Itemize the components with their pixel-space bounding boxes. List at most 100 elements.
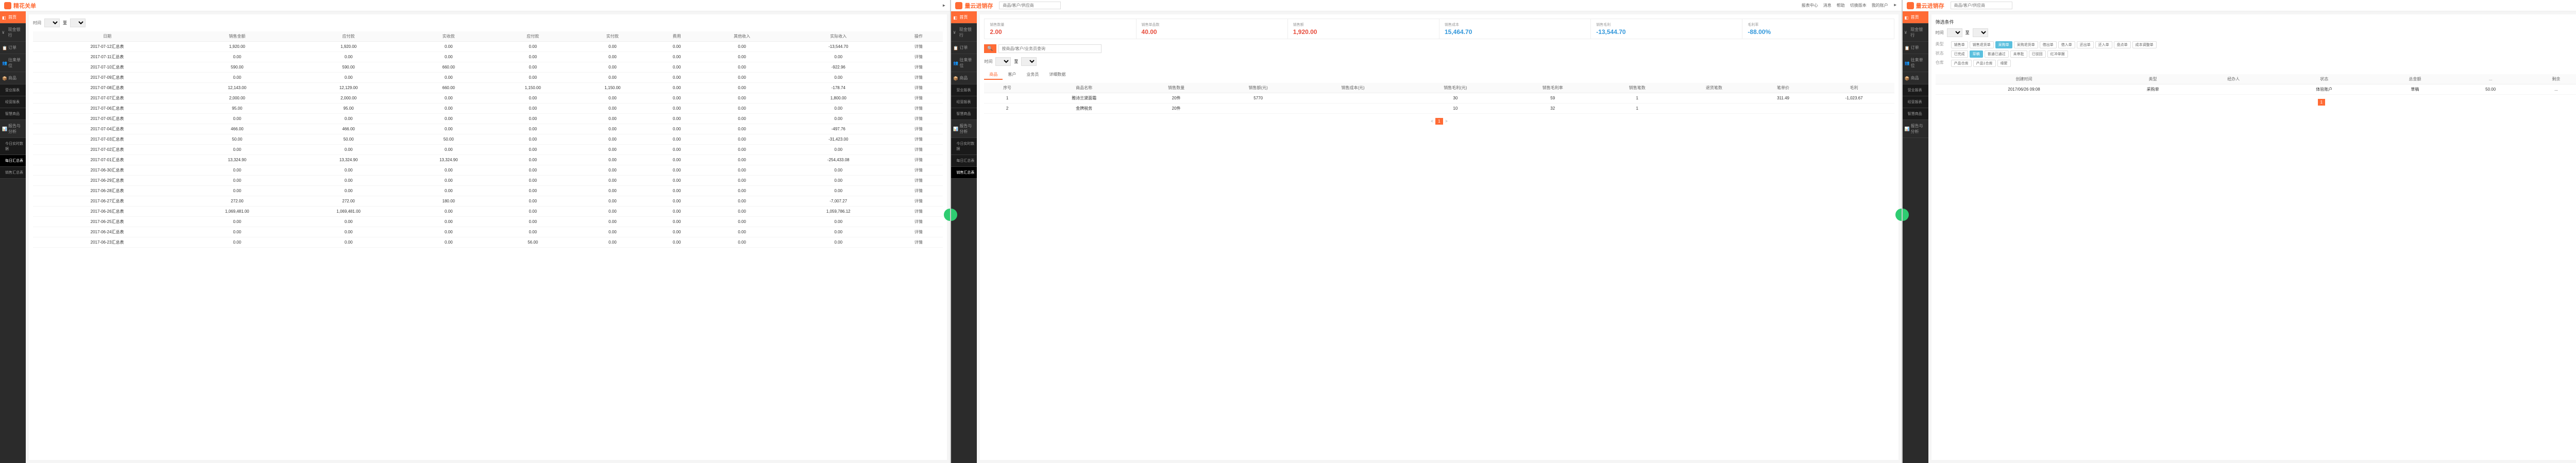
edge-tab-right[interactable]: [944, 209, 950, 221]
filter-pill[interactable]: 产品1仓库: [1973, 60, 1996, 67]
side-goods[interactable]: 📦商品: [1903, 72, 1928, 84]
filter-pill[interactable]: 未审批: [2010, 50, 2027, 58]
link-report[interactable]: 报表中心: [1802, 3, 1818, 8]
filter-pill[interactable]: 还出单: [2077, 41, 2094, 48]
detail-button[interactable]: 详情: [894, 93, 943, 104]
tab[interactable]: 客户: [1003, 70, 1021, 80]
side-unit[interactable]: 👥往来单位: [1903, 54, 1928, 72]
detail-button[interactable]: 详情: [894, 165, 943, 176]
filter-pill[interactable]: 已完成: [1951, 50, 1968, 58]
link-print[interactable]: 切换版本: [1850, 3, 1867, 8]
side-report[interactable]: 📊报告与分析: [1903, 120, 1928, 138]
time-to[interactable]: [1973, 28, 1988, 37]
link-msg[interactable]: 消息: [1823, 3, 1832, 8]
tab[interactable]: 详细数据: [1044, 70, 1071, 80]
detail-button[interactable]: 详情: [894, 134, 943, 145]
side-home[interactable]: ◧首页: [1903, 11, 1928, 24]
side-daily-sum[interactable]: 每日汇总表: [951, 155, 977, 167]
side-sub3[interactable]: 智慧商品: [1903, 108, 1928, 120]
detail-button[interactable]: 详情: [894, 176, 943, 186]
filter-pill[interactable]: 销售单: [1951, 41, 1968, 48]
detail-button[interactable]: 详情: [894, 155, 943, 165]
side-sub1[interactable]: 营业报表: [1903, 84, 1928, 96]
detail-button[interactable]: 详情: [894, 124, 943, 134]
search-icon[interactable]: 🔍: [984, 44, 996, 53]
filter-pill[interactable]: 盘点单: [2114, 41, 2131, 48]
filter-pill[interactable]: 成本调整单: [2132, 41, 2157, 48]
filter-pill[interactable]: 产品仓库: [1951, 60, 1972, 67]
filter-pill[interactable]: 缘聚: [1997, 60, 2011, 67]
global-search[interactable]: [1951, 2, 2012, 9]
side-sale-sum[interactable]: 销售汇总表: [951, 167, 977, 179]
detail-button[interactable]: 详情: [894, 217, 943, 227]
filter-pill[interactable]: 借入单: [2058, 41, 2075, 48]
side-home[interactable]: ◧首页: [951, 11, 977, 24]
pager[interactable]: 1: [1936, 99, 2576, 106]
time-to[interactable]: [1021, 57, 1037, 66]
time-from[interactable]: [1947, 28, 1962, 37]
side-fund[interactable]: ¥现金银行: [0, 24, 26, 42]
side-order[interactable]: 📋订单: [951, 42, 977, 54]
side-sale-sum[interactable]: 销售汇总表: [0, 167, 26, 179]
side-sub1[interactable]: 营业报表: [0, 84, 26, 96]
time-to[interactable]: [70, 19, 86, 27]
detail-button[interactable]: 详情: [894, 207, 943, 217]
side-sub3[interactable]: 智慧商品: [951, 108, 977, 120]
side-sub3[interactable]: 智慧商品: [0, 108, 26, 120]
filter-pill[interactable]: 还入单: [2095, 41, 2112, 48]
filter-pill[interactable]: 草稿: [1970, 50, 1983, 58]
side-daily[interactable]: 今日实时数据: [951, 138, 977, 155]
filter-pill[interactable]: 已驳回: [2029, 50, 2046, 58]
filter-pill[interactable]: 红冲单据: [2047, 50, 2068, 58]
side-daily[interactable]: 今日实时数据: [0, 138, 26, 155]
detail-button[interactable]: 详情: [894, 52, 943, 62]
filter-pill[interactable]: 借出单: [2040, 41, 2057, 48]
tab[interactable]: 商品: [984, 70, 1003, 80]
detail-button[interactable]: 详情: [894, 73, 943, 83]
side-goods[interactable]: 📦商品: [951, 72, 977, 84]
detail-button[interactable]: 详情: [894, 237, 943, 248]
side-order[interactable]: 📋订单: [1903, 42, 1928, 54]
side-unit[interactable]: 👥往来单位: [0, 54, 26, 72]
side-fund[interactable]: ¥现金银行: [1903, 24, 1928, 42]
side-goods[interactable]: 📦商品: [0, 72, 26, 84]
pager[interactable]: < 1 >: [984, 118, 1894, 125]
detail-button[interactable]: 详情: [894, 227, 943, 237]
detail-button[interactable]: 详情: [894, 186, 943, 196]
side-daily-sum[interactable]: 每日汇总表: [0, 155, 26, 167]
filter-pill[interactable]: 采购单: [1995, 41, 2012, 48]
detail-button[interactable]: 详情: [894, 114, 943, 124]
side-sub2[interactable]: 经营报表: [1903, 96, 1928, 108]
filter-pill[interactable]: 销售退货单: [1970, 41, 1994, 48]
link-help[interactable]: 帮助: [1837, 3, 1845, 8]
side-report[interactable]: 📊报告与分析: [0, 120, 26, 138]
link-arrow[interactable]: ►: [1893, 3, 1897, 8]
table-row[interactable]: 2017/06/26 09:08采购单体验账户草稿50.00...50详情: [1936, 84, 2576, 95]
top-links: ►: [942, 3, 946, 8]
side-order[interactable]: 📋订单: [0, 42, 26, 54]
search-input[interactable]: [998, 44, 1101, 53]
time-from[interactable]: [995, 57, 1011, 66]
home-icon: ◧: [2, 15, 6, 20]
detail-button[interactable]: 详情: [894, 104, 943, 114]
side-sub2[interactable]: 经营报表: [0, 96, 26, 108]
detail-button[interactable]: 详情: [894, 196, 943, 207]
link-arrow[interactable]: ►: [942, 3, 946, 8]
global-search[interactable]: [999, 2, 1061, 9]
side-fund[interactable]: ¥现金银行: [951, 24, 977, 42]
link-acct[interactable]: 我的账户: [1872, 3, 1888, 8]
filter-pill[interactable]: 采购退货单: [2014, 41, 2038, 48]
table-row: 2金牌税务20件10321: [984, 104, 1894, 114]
side-sub1[interactable]: 营业报表: [951, 84, 977, 96]
side-home[interactable]: ◧首页: [0, 11, 26, 24]
detail-button[interactable]: 详情: [894, 62, 943, 73]
side-unit[interactable]: 👥往来单位: [951, 54, 977, 72]
side-sub2[interactable]: 经营报表: [951, 96, 977, 108]
side-report[interactable]: 📊报告与分析: [951, 120, 977, 138]
detail-button[interactable]: 详情: [894, 83, 943, 93]
detail-button[interactable]: 详情: [894, 145, 943, 155]
time-from[interactable]: [44, 19, 60, 27]
filter-pill[interactable]: 普通已通过: [1985, 50, 2009, 58]
tab[interactable]: 业务员: [1021, 70, 1044, 80]
detail-button[interactable]: 详情: [894, 42, 943, 52]
